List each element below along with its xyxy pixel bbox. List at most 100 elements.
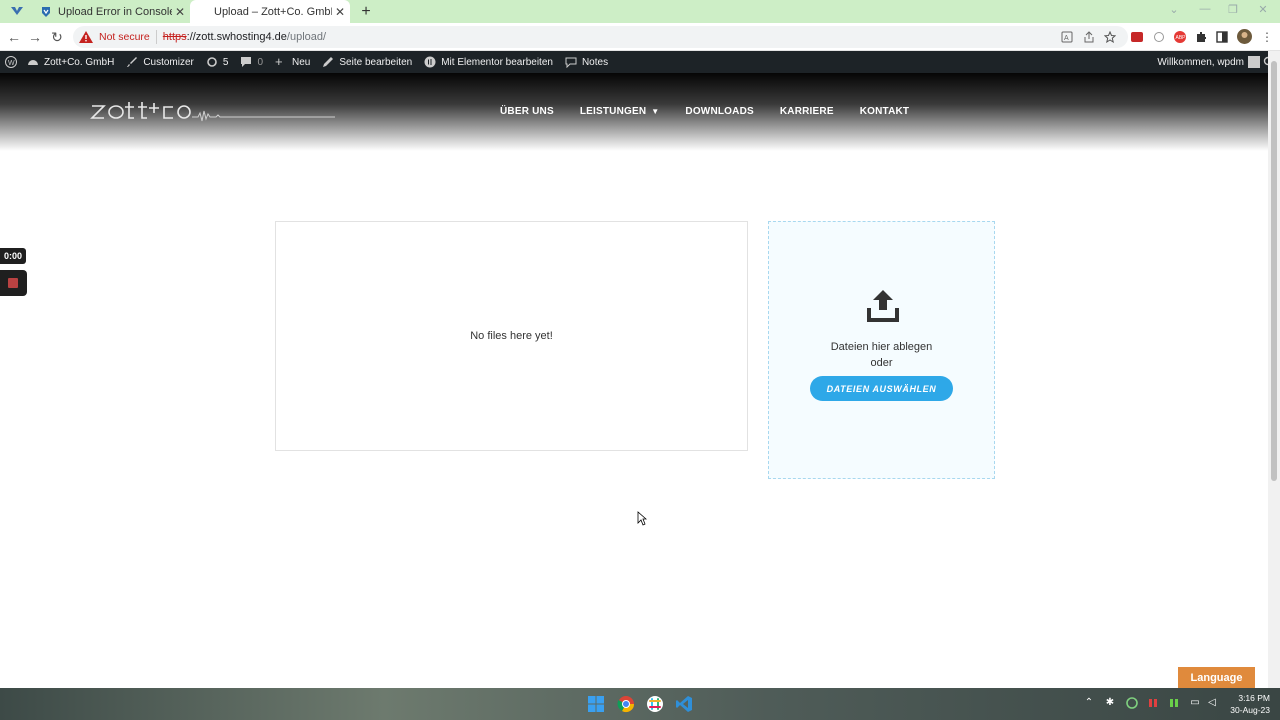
edit-page-label: Seite bearbeiten <box>339 56 413 68</box>
bookmark-star-icon[interactable] <box>1104 31 1116 43</box>
divider <box>155 30 157 44</box>
browser-menu-icon[interactable]: ⋮ <box>1258 28 1276 46</box>
svg-text:ABP: ABP <box>1176 35 1187 41</box>
tab-title: Upload Error in Console - WordP <box>58 5 172 18</box>
nav-leistungen[interactable]: LEISTUNGEN ▼ <box>580 106 660 117</box>
address-bar[interactable]: Not secure https ://zott.swhosting4.de /… <box>73 26 1128 48</box>
vscode-icon[interactable] <box>675 695 693 713</box>
zott-co-logo[interactable] <box>90 98 335 124</box>
system-clock[interactable]: 3:16 PM 30-Aug-23 <box>1230 692 1270 716</box>
select-files-button[interactable]: DATEIEN AUSWÄHLEN <box>810 376 953 401</box>
empty-files-message: No files here yet! <box>470 330 553 342</box>
close-window-button[interactable]: ✕ <box>1252 3 1274 16</box>
pencil-icon <box>323 57 334 67</box>
browser-toolbar: ← → ↻ Not secure https ://zott.swhosting… <box>0 23 1280 51</box>
windows-taskbar: ⌃ ✱ ▭ ◁ 3:16 PM 30-Aug-23 <box>0 688 1280 720</box>
plus-icon: + <box>275 54 283 69</box>
adminbar-site-name[interactable]: Zott+Co. GmbH <box>27 56 114 68</box>
wordpress-logo-icon[interactable]: W <box>5 56 17 68</box>
tray-app-green-icon[interactable] <box>1126 697 1138 709</box>
tray-app-red-icon[interactable] <box>1147 697 1159 709</box>
warning-icon <box>79 31 93 43</box>
nav-ueber-uns[interactable]: ÜBER UNS <box>500 106 554 117</box>
adminbar-notes[interactable]: Notes <box>565 56 608 68</box>
mouse-cursor-icon <box>637 511 647 526</box>
recording-timer: 0:00 <box>0 248 26 264</box>
windows-start-icon[interactable] <box>587 695 605 713</box>
adminbar-comments[interactable]: 0 <box>240 56 263 68</box>
not-secure-label[interactable]: Not secure <box>99 31 150 43</box>
file-list-panel: No files here yet! <box>275 221 748 451</box>
share-icon[interactable] <box>1083 31 1095 43</box>
adminbar-edit-page[interactable]: Seite bearbeiten <box>322 56 412 68</box>
dashboard-icon <box>28 60 38 65</box>
adblock-icon[interactable]: ABP <box>1174 31 1186 43</box>
adminbar-new[interactable]: + Neu <box>275 54 311 69</box>
updates-icon <box>207 57 217 67</box>
url-path: /upload/ <box>286 31 327 43</box>
page-scrollbar[interactable] <box>1268 51 1280 688</box>
side-panel-icon[interactable] <box>1216 31 1228 43</box>
comments-count: 0 <box>257 56 264 68</box>
new-label: Neu <box>292 56 311 68</box>
extensions-puzzle-icon[interactable] <box>1195 31 1207 43</box>
browser-tab-strip: Upload Error in Console - WordP ✕ Upload… <box>0 0 1280 23</box>
tray-app-lime-icon[interactable] <box>1168 697 1180 709</box>
language-button[interactable]: Language <box>1178 667 1255 688</box>
nav-kontakt[interactable]: KONTAKT <box>860 106 910 117</box>
stop-icon <box>8 278 18 288</box>
minimize-button[interactable]: — <box>1194 3 1216 15</box>
wordpress-favicon-icon <box>42 6 50 17</box>
reload-button[interactable]: ↻ <box>48 28 66 46</box>
back-button[interactable]: ← <box>5 28 23 46</box>
adminbar-account[interactable]: Willkommen, wpdm <box>1157 51 1260 73</box>
url-host: ://zott.swhosting4.de <box>186 31 287 43</box>
adminbar-customizer[interactable]: Customizer <box>126 56 194 68</box>
close-tab-icon[interactable]: ✕ <box>332 5 348 19</box>
upload-icon <box>867 290 899 322</box>
welcome-label: Willkommen, wpdm <box>1157 56 1244 68</box>
chevron-down-icon: ▼ <box>651 107 660 116</box>
nav-label: ÜBER UNS <box>500 106 554 117</box>
tray-volume-icon[interactable]: ◁ <box>1206 697 1218 709</box>
profile-avatar-icon[interactable] <box>1237 29 1252 44</box>
notes-bubble-icon <box>565 57 577 68</box>
nav-label: DOWNLOADS <box>685 106 754 117</box>
new-tab-button[interactable]: + <box>358 3 374 21</box>
extension-cloud-icon[interactable] <box>1153 31 1165 43</box>
url-protocol: https <box>162 31 187 43</box>
extension-red-icon[interactable] <box>1131 31 1143 43</box>
close-tab-icon[interactable]: ✕ <box>172 5 188 19</box>
forward-button[interactable]: → <box>26 28 44 46</box>
tab-upload-error[interactable]: Upload Error in Console - WordP ✕ <box>32 0 190 23</box>
tab-title: Upload – Zott+Co. GmbH <box>214 5 332 18</box>
tray-bluetooth-icon[interactable]: ✱ <box>1104 697 1116 709</box>
site-name-label: Zott+Co. GmbH <box>44 56 115 68</box>
stop-recording-button[interactable] <box>0 270 27 296</box>
brush-icon <box>127 57 138 67</box>
nav-label: KONTAKT <box>859 106 910 117</box>
minimize-icon[interactable]: ⌄ <box>1163 3 1185 16</box>
nav-downloads[interactable]: DOWNLOADS <box>685 106 753 117</box>
elementor-icon <box>424 56 436 68</box>
adminbar-elementor[interactable]: Mit Elementor bearbeiten <box>424 56 553 68</box>
slack-icon[interactable] <box>646 695 664 713</box>
translate-icon[interactable]: A <box>1061 31 1073 43</box>
chrome-icon[interactable] <box>617 695 635 713</box>
scrollbar-thumb[interactable] <box>1271 61 1277 481</box>
tray-overflow-icon[interactable]: ⌃ <box>1083 697 1095 709</box>
tray-display-icon[interactable]: ▭ <box>1189 697 1201 709</box>
restore-button[interactable]: ❐ <box>1222 3 1244 16</box>
svg-text:W: W <box>8 60 15 67</box>
tab-upload-active[interactable]: Upload – Zott+Co. GmbH ✕ <box>190 0 350 23</box>
app-icon[interactable] <box>10 5 24 17</box>
notes-label: Notes <box>581 56 609 68</box>
elementor-label: Mit Elementor bearbeiten <box>441 56 553 68</box>
file-dropzone[interactable]: Dateien hier ablegen oder DATEIEN AUSWÄH… <box>768 221 995 479</box>
drop-line-1: Dateien hier ablegen <box>830 341 933 353</box>
drop-instructions: Dateien hier ablegen oder <box>769 339 994 371</box>
svg-text:A: A <box>1064 35 1069 42</box>
updates-count: 5 <box>222 56 229 68</box>
adminbar-updates[interactable]: 5 <box>206 56 229 68</box>
nav-karriere[interactable]: KARRIERE <box>780 106 834 117</box>
